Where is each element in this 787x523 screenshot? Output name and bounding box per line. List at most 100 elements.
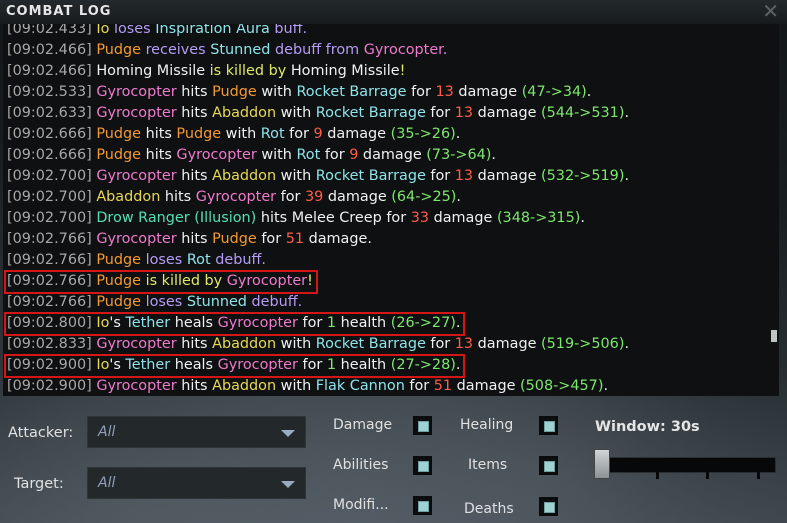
abilities-checkbox[interactable] xyxy=(413,456,432,475)
log-segment: Gyrocopter xyxy=(195,189,277,205)
target-dropdown[interactable]: All xyxy=(87,467,306,499)
log-segment: Homing Missile xyxy=(96,63,206,79)
log-segment: [09:02.700] xyxy=(7,210,97,226)
log-segment: damage xyxy=(323,189,392,205)
window-slider[interactable] xyxy=(594,449,776,481)
checkbox-check xyxy=(544,461,555,472)
log-segment: Pudge xyxy=(96,42,141,58)
chevron-down-icon xyxy=(281,430,295,437)
log-segment: hits xyxy=(176,105,213,121)
log-segment: (64->25) xyxy=(391,189,457,205)
log-segment: Rocket Barrage xyxy=(315,168,426,184)
log-segment: Gyrocopter xyxy=(96,168,177,184)
log-segment: (532->519) xyxy=(541,168,625,184)
log-segment: 9 xyxy=(313,126,323,142)
log-segment: [09:02.433] xyxy=(7,24,97,37)
log-segment: Melee Creep xyxy=(291,210,382,226)
attacker-dropdown[interactable]: All xyxy=(87,416,306,448)
scrollbar-thumb[interactable] xyxy=(771,330,777,342)
close-icon[interactable]: ✕ xyxy=(762,0,779,22)
damage-checkbox[interactable] xyxy=(413,416,432,435)
log-segment: . xyxy=(456,189,461,205)
log-segment: heals xyxy=(170,357,218,373)
log-segment: hits xyxy=(176,168,213,184)
log-segment: [09:02.766] xyxy=(7,252,97,268)
log-segment: damage xyxy=(473,336,542,352)
log-segment: debuff from xyxy=(270,42,364,58)
title-bar: COMBAT LOG ✕ xyxy=(0,0,787,24)
items-checkbox[interactable] xyxy=(539,456,558,475)
log-segment: for xyxy=(276,189,306,205)
log-segment: Pudge xyxy=(96,273,141,289)
log-segment: 's xyxy=(109,315,126,331)
slider-tick xyxy=(757,471,760,479)
log-segment: Gyrocopter xyxy=(96,336,177,352)
log-segment: health xyxy=(336,315,391,331)
log-segment: 9 xyxy=(349,147,359,163)
log-segment: Io xyxy=(96,315,110,331)
log-segment: for xyxy=(297,357,327,373)
log-segment: 1 xyxy=(326,315,337,331)
log-segment: Homing Missile xyxy=(290,63,400,79)
log-segment: [09:02.900] xyxy=(7,357,97,373)
log-segment: damage xyxy=(358,147,427,163)
log-segment: 33 xyxy=(410,210,429,226)
log-segment: for xyxy=(425,168,455,184)
log-segment: damage xyxy=(453,84,522,100)
log-segment: Rot xyxy=(296,147,321,163)
combat-log-list[interactable]: [09:02.433] Io loses Inspiration Aura bu… xyxy=(3,24,779,396)
log-segment: with xyxy=(221,126,261,142)
log-segment: [09:02.900] xyxy=(7,378,97,394)
log-segment: Rocket Barrage xyxy=(315,105,426,121)
log-line: [09:02.466] Pudge receives Stunned debuf… xyxy=(7,40,447,61)
log-segment: [09:02.833] xyxy=(7,336,97,352)
log-segment: for xyxy=(425,105,455,121)
log-segment: (73->64) xyxy=(426,147,492,163)
log-segment: debuff. xyxy=(246,294,303,310)
log-segment: [09:02.466] xyxy=(7,63,97,79)
deaths-checkbox[interactable] xyxy=(539,497,558,516)
log-segment: Abaddon xyxy=(212,336,277,352)
log-segment: with xyxy=(276,378,316,394)
healing-checkbox[interactable] xyxy=(539,416,558,435)
log-segment: Pudge xyxy=(96,147,141,163)
log-segment: Rocket Barrage xyxy=(296,84,407,100)
log-segment: Abaddon xyxy=(212,378,277,394)
log-segment: Tether xyxy=(125,315,171,331)
window-title: COMBAT LOG xyxy=(6,4,112,19)
target-label: Target: xyxy=(14,476,64,492)
log-segment: [09:02.466] xyxy=(7,42,97,58)
log-line: [09:02.533] Gyrocopter hits Pudge with R… xyxy=(7,82,591,103)
log-segment: . xyxy=(624,105,630,121)
log-segment: . xyxy=(442,42,448,58)
log-line: [09:02.700] Abaddon hits Gyrocopter for … xyxy=(7,187,461,208)
log-segment: with xyxy=(276,105,316,121)
log-segment: damage xyxy=(429,210,497,226)
log-segment: Pudge xyxy=(96,252,141,268)
modifiers-checkbox[interactable] xyxy=(413,496,432,515)
log-segment: (27->28) xyxy=(390,357,456,373)
log-segment: Pudge xyxy=(96,126,141,142)
log-segment: [09:02.766] xyxy=(7,231,97,247)
log-line: [09:02.666] Pudge hits Gyrocopter with R… xyxy=(7,145,496,166)
log-segment: 's xyxy=(109,357,126,373)
modifiers-label: Modifi... xyxy=(333,497,389,513)
log-segment: hits xyxy=(141,126,177,142)
log-line: [09:02.633] Gyrocopter hits Abaddon with… xyxy=(7,103,629,124)
log-segment: . xyxy=(624,336,630,352)
log-segment: [09:02.766] xyxy=(7,273,97,289)
log-segment: . xyxy=(455,357,461,373)
log-segment: Gyrocopter xyxy=(96,84,177,100)
log-segment: 51 xyxy=(433,378,453,394)
log-segment: damage xyxy=(322,126,391,142)
log-segment: damage. xyxy=(304,231,372,247)
log-segment: (26->27) xyxy=(390,315,456,331)
log-segment: hits xyxy=(176,378,213,394)
log-segment: with xyxy=(276,168,316,184)
log-segment: Gyrocopter xyxy=(226,273,308,289)
log-segment: 13 xyxy=(454,168,474,184)
log-segment: [09:02.666] xyxy=(7,126,97,142)
log-segment: 51 xyxy=(285,231,305,247)
log-segment: for xyxy=(404,378,434,394)
slider-thumb[interactable] xyxy=(594,449,610,479)
